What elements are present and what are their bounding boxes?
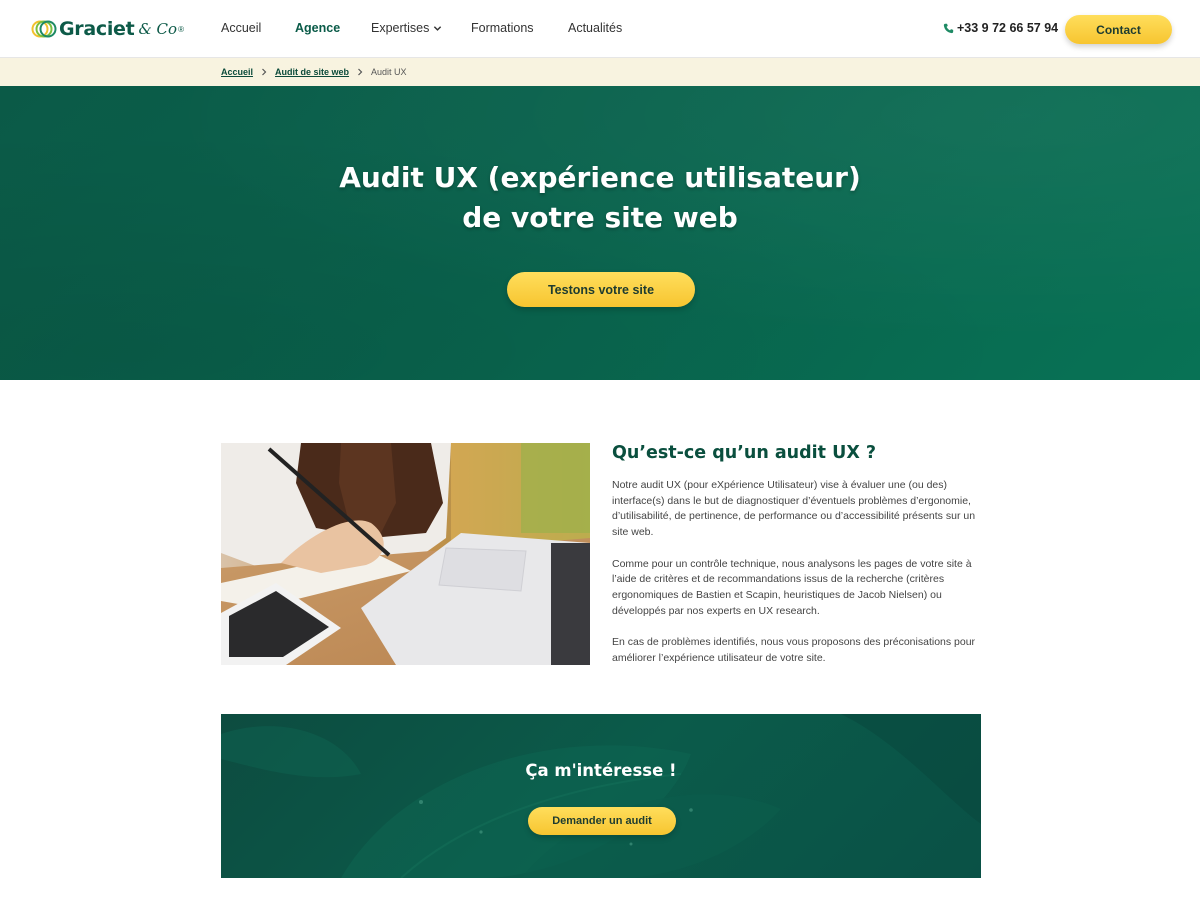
nav-item-expertises[interactable]: Expertises [371,21,442,35]
logo-rings-icon [31,20,57,38]
breadcrumb-current: Audit UX [371,67,407,77]
logo-wordmark: Graciet [59,18,135,40]
logo-suffix: & Co [138,20,178,38]
breadcrumb: Accueil Audit de site web Audit UX [0,58,1200,86]
cta-title: Ça m'intéresse ! [525,761,677,780]
nav-item-expertises-label: Expertises [371,21,430,35]
contact-button[interactable]: Contact [1065,15,1172,44]
phone-link[interactable]: +33 9 72 66 57 94 [943,21,1058,35]
page-title-line-1: Audit UX (expérience utilisateur) [339,161,861,194]
logo[interactable]: Graciet & Co ® [31,16,184,42]
nav-item-accueil[interactable]: Accueil [221,21,261,35]
site-header: Graciet & Co ® Accueil Agence Expertises… [0,0,1200,58]
page-title: Audit UX (expérience utilisateur) de vot… [0,158,1200,238]
intro-paragraph: En cas de problèmes identifiés, nous vou… [612,636,976,664]
intro-text: Notre audit UX (pour eXpérience Utilisat… [612,478,982,682]
page-title-line-2: de votre site web [462,201,738,234]
nav-item-formations[interactable]: Formations [471,21,534,35]
chevron-right-icon [358,68,363,76]
nav-item-actualites[interactable]: Actualités [568,21,622,35]
hero-section: Audit UX (expérience utilisateur) de vot… [0,86,1200,380]
chevron-right-icon [262,68,267,76]
section-title-what-is-audit: Qu’est-ce qu’un audit UX ? [612,443,877,463]
phone-number: +33 9 72 66 57 94 [957,21,1059,35]
request-audit-button[interactable]: Demander un audit [528,807,676,835]
breadcrumb-link-audit-site-web[interactable]: Audit de site web [275,67,349,77]
intro-paragraph: Comme pour un contrôle technique, nous a… [612,557,972,617]
chevron-down-icon [434,25,442,31]
leaf-background-image [221,714,981,878]
intro-paragraph: Notre audit UX (pour eXpérience Utilisat… [612,479,976,539]
cta-banner: Ça m'intéresse ! Demander un audit [221,714,981,878]
logo-registered-mark: ® [178,24,184,34]
nav-item-agence[interactable]: Agence [295,21,340,35]
breadcrumb-link-accueil[interactable]: Accueil [221,67,253,77]
student-writing-photo [221,443,590,665]
test-site-button[interactable]: Testons votre site [507,272,695,307]
phone-icon [943,23,954,33]
